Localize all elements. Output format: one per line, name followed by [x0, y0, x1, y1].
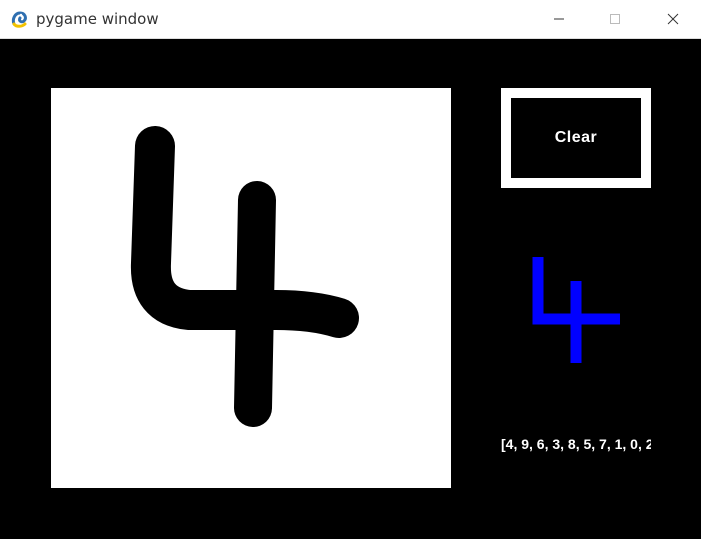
maximize-icon: [610, 14, 620, 24]
clear-button-label: Clear: [554, 129, 598, 146]
predicted-digit-glyph: [532, 257, 620, 363]
prediction-ranking: [4, 9, 6, 3, 8, 5, 7, 1, 0, 2]: [501, 436, 651, 452]
close-button[interactable]: [650, 0, 696, 38]
maximize-button[interactable]: [592, 0, 638, 38]
minimize-button[interactable]: [536, 0, 582, 38]
close-icon: [667, 13, 679, 25]
handwritten-digit-strokes: [130, 126, 359, 427]
clear-button[interactable]: Clear: [501, 88, 651, 188]
title-bar[interactable]: pygame window: [0, 0, 701, 39]
predicted-digit: [520, 245, 630, 375]
drawing-canvas[interactable]: [51, 88, 451, 488]
window-title: pygame window: [36, 10, 159, 28]
pygame-snake-icon: [10, 9, 30, 29]
minimize-icon: [554, 18, 564, 20]
